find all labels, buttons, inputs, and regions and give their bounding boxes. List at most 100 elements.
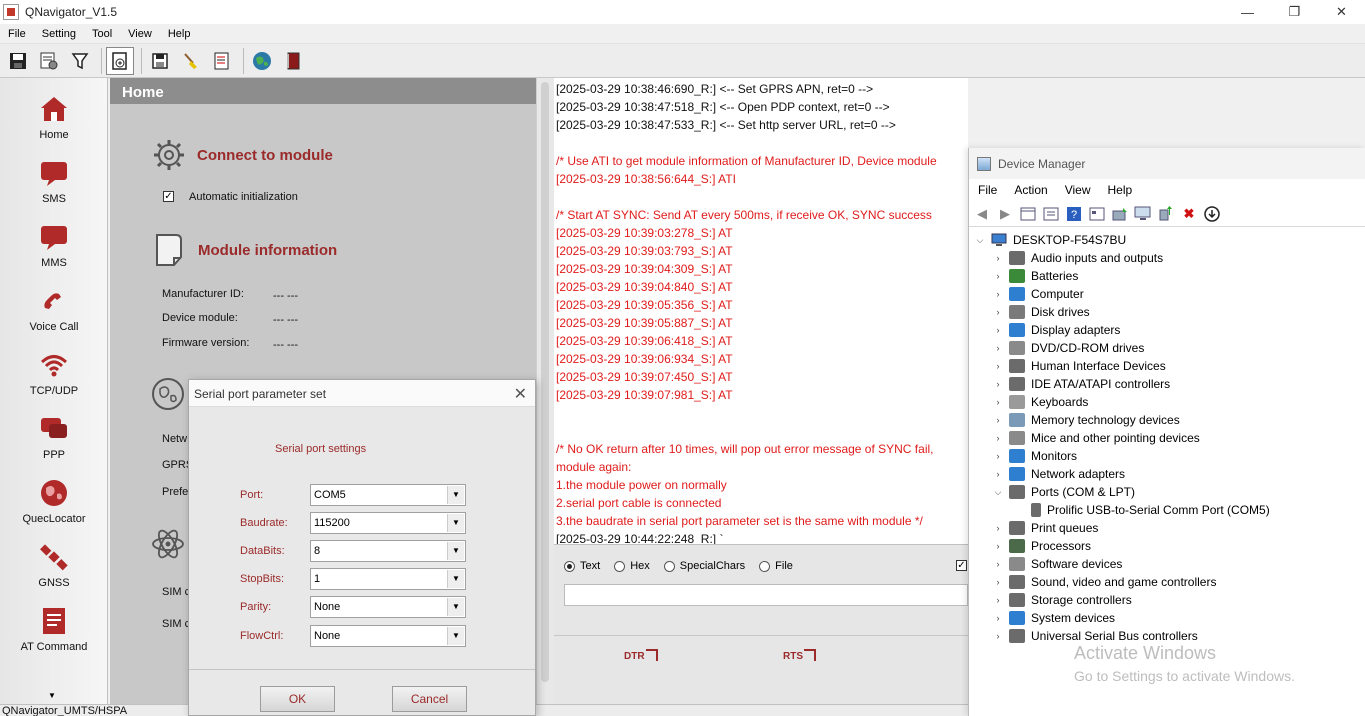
chevron-right-icon[interactable]: › bbox=[993, 523, 1003, 533]
dm-menu-file[interactable]: File bbox=[969, 183, 1005, 197]
uninstall-device-icon[interactable]: ✖ bbox=[1180, 205, 1198, 223]
chevron-right-icon[interactable]: › bbox=[993, 415, 1003, 425]
tree-category-node[interactable]: › Disk drives bbox=[993, 303, 1090, 321]
chevron-right-icon[interactable]: › bbox=[993, 469, 1003, 479]
send-mode-text[interactable]: Text bbox=[564, 560, 600, 572]
send-mode-specialchars[interactable]: SpecialChars bbox=[663, 560, 745, 572]
rts-toggle[interactable]: RTS bbox=[783, 649, 816, 662]
tree-category-node[interactable]: › Display adapters bbox=[993, 321, 1120, 339]
tree-category-node[interactable]: › Monitors bbox=[993, 447, 1077, 465]
forward-arrow-icon[interactable]: ▶ bbox=[996, 205, 1014, 223]
tree-root-node[interactable]: ⌵ DESKTOP-F54S7BU bbox=[975, 231, 1127, 249]
auto-init-checkbox[interactable]: ✓ bbox=[163, 191, 174, 202]
tree-device-node[interactable]: Prolific USB-to-Serial Comm Port (COM5) bbox=[1031, 501, 1270, 519]
tree-category-node[interactable]: › Mice and other pointing devices bbox=[993, 429, 1200, 447]
send-mode-file[interactable]: File bbox=[759, 560, 793, 572]
chevron-right-icon[interactable]: › bbox=[993, 253, 1003, 263]
chevron-right-icon[interactable]: › bbox=[993, 289, 1003, 299]
scrollbar-thumb[interactable] bbox=[541, 82, 549, 682]
chevron-down-icon[interactable]: ▼ bbox=[447, 486, 464, 504]
chevron-right-icon[interactable]: › bbox=[993, 307, 1003, 317]
tree-category-node[interactable]: › System devices bbox=[993, 609, 1115, 627]
sidebar-item-ppp[interactable]: PPP bbox=[0, 414, 107, 478]
chevron-down-icon[interactable]: ▼ bbox=[447, 627, 464, 645]
field-select[interactable]: 1 ▼ bbox=[310, 568, 466, 590]
radio-button[interactable] bbox=[663, 560, 675, 572]
dialog-close-icon[interactable]: ✕ bbox=[514, 384, 527, 404]
list-icon[interactable] bbox=[1042, 205, 1060, 223]
tree-category-node[interactable]: › Processors bbox=[993, 537, 1091, 555]
chevron-right-icon[interactable]: › bbox=[993, 577, 1003, 587]
close-button[interactable]: ✕ bbox=[1318, 0, 1365, 24]
view-icon[interactable] bbox=[1088, 205, 1106, 223]
radio-button[interactable] bbox=[614, 560, 626, 572]
tree-category-node[interactable]: › Batteries bbox=[993, 267, 1078, 285]
tree-category-node[interactable]: › Sound, video and game controllers bbox=[993, 573, 1216, 591]
tree-category-node[interactable]: › Network adapters bbox=[993, 465, 1125, 483]
menu-help[interactable]: Help bbox=[160, 28, 199, 40]
sidebar-item-home[interactable]: Home bbox=[0, 94, 107, 158]
help-icon[interactable]: ? bbox=[1065, 205, 1083, 223]
menu-setting[interactable]: Setting bbox=[34, 28, 84, 40]
book-button[interactable] bbox=[279, 47, 307, 75]
back-arrow-icon[interactable]: ◀ bbox=[973, 205, 991, 223]
chevron-right-icon[interactable]: › bbox=[993, 361, 1003, 371]
menu-tool[interactable]: Tool bbox=[84, 28, 120, 40]
minimize-button[interactable]: — bbox=[1224, 0, 1271, 24]
field-select[interactable]: None ▼ bbox=[310, 625, 466, 647]
tree-category-node[interactable]: › Human Interface Devices bbox=[993, 357, 1166, 375]
tree-category-node[interactable]: › DVD/CD-ROM drives bbox=[993, 339, 1144, 357]
dm-menu-help[interactable]: Help bbox=[1099, 183, 1141, 197]
chevron-down-icon[interactable]: ▼ bbox=[447, 570, 464, 588]
new-page-button[interactable] bbox=[106, 46, 134, 75]
menu-file[interactable]: File bbox=[0, 28, 34, 40]
chevron-right-icon[interactable]: › bbox=[993, 325, 1003, 335]
sidebar-item-queclocator[interactable]: QuecLocator bbox=[0, 478, 107, 542]
save-button[interactable] bbox=[4, 47, 32, 75]
globe-button[interactable] bbox=[248, 47, 276, 75]
chevron-right-icon[interactable]: › bbox=[993, 631, 1003, 641]
tree-category-node[interactable]: › Audio inputs and outputs bbox=[993, 249, 1163, 267]
settings-button[interactable] bbox=[35, 47, 63, 75]
export-button[interactable] bbox=[146, 47, 174, 75]
sidebar-item-gnss[interactable]: GNSS bbox=[0, 542, 107, 606]
sidebar-item-voice-call[interactable]: Voice Call bbox=[0, 286, 107, 350]
chevron-down-icon[interactable]: ⌵ bbox=[975, 235, 985, 246]
tree-category-node[interactable]: ⌵ Ports (COM & LPT) bbox=[993, 483, 1135, 501]
scan-hardware-icon[interactable] bbox=[1134, 205, 1152, 223]
chevron-right-icon[interactable]: › bbox=[993, 595, 1003, 605]
chevron-right-icon[interactable]: › bbox=[993, 379, 1003, 389]
chevron-right-icon[interactable]: › bbox=[993, 271, 1003, 281]
dm-menu-action[interactable]: Action bbox=[1005, 183, 1055, 197]
home-panel-scrollbar[interactable] bbox=[536, 78, 554, 704]
chevron-right-icon[interactable]: › bbox=[993, 343, 1003, 353]
sidebar-item-at-command[interactable]: AT Command bbox=[0, 606, 107, 670]
field-select[interactable]: None ▼ bbox=[310, 596, 466, 618]
chevron-right-icon[interactable]: › bbox=[993, 559, 1003, 569]
dm-menu-view[interactable]: View bbox=[1056, 183, 1099, 197]
enable-device-icon[interactable] bbox=[1157, 205, 1175, 223]
radio-button[interactable] bbox=[564, 560, 575, 572]
maximize-button[interactable]: ❐ bbox=[1271, 0, 1318, 24]
chevron-down-icon[interactable]: ⌵ bbox=[993, 487, 1003, 498]
properties-icon[interactable] bbox=[1019, 205, 1037, 223]
tree-category-node[interactable]: › Memory technology devices bbox=[993, 411, 1180, 429]
sidebar-item-mms[interactable]: MMS bbox=[0, 222, 107, 286]
tree-category-node[interactable]: › Computer bbox=[993, 285, 1084, 303]
sidebar-item-tcp-udp[interactable]: TCP/UDP bbox=[0, 350, 107, 414]
ok-button[interactable]: OK bbox=[260, 686, 335, 712]
chevron-down-icon[interactable]: ▼ bbox=[447, 514, 464, 532]
cancel-button[interactable]: Cancel bbox=[392, 686, 467, 712]
log-button[interactable] bbox=[208, 47, 236, 75]
tree-category-node[interactable]: › Print queues bbox=[993, 519, 1098, 537]
chevron-right-icon[interactable]: › bbox=[993, 397, 1003, 407]
update-driver-icon[interactable] bbox=[1111, 205, 1129, 223]
send-mode-hex[interactable]: Hex bbox=[614, 560, 650, 572]
dtr-toggle[interactable]: DTR bbox=[624, 649, 658, 662]
sidebar-scroll-down-icon[interactable]: ▼ bbox=[48, 691, 56, 700]
clear-button[interactable] bbox=[177, 47, 205, 75]
menu-view[interactable]: View bbox=[120, 28, 160, 40]
tree-category-node[interactable]: › IDE ATA/ATAPI controllers bbox=[993, 375, 1170, 393]
chevron-down-icon[interactable]: ▼ bbox=[447, 598, 464, 616]
send-checkbox[interactable]: ✓ bbox=[956, 560, 967, 571]
